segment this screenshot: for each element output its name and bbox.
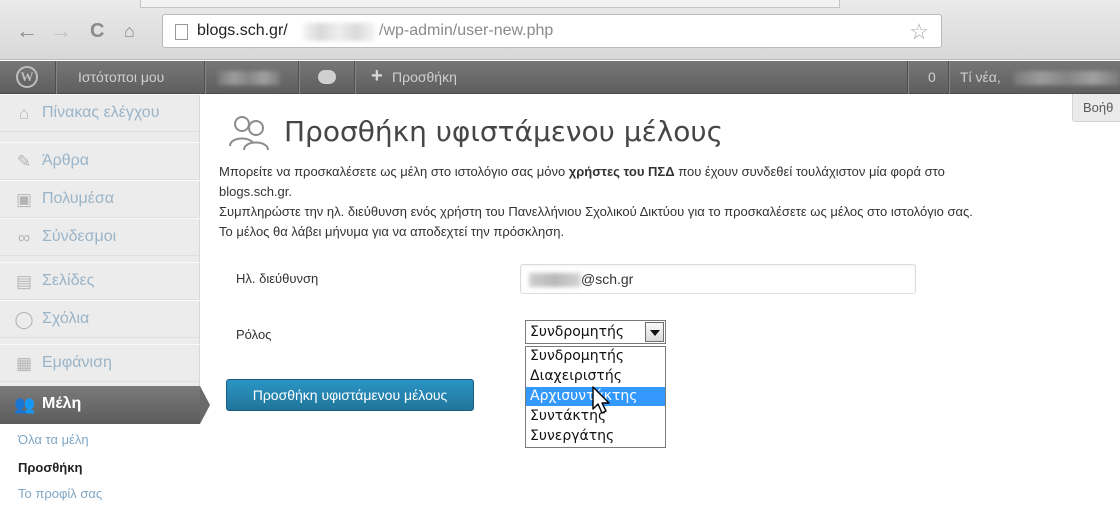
role-select[interactable]: Συνδρομητής — [525, 320, 666, 344]
new-content-link[interactable]: Προσθήκη — [392, 69, 457, 85]
role-option[interactable]: Συνδρομητής — [526, 347, 665, 366]
role-option[interactable]: Διαχειριστής — [526, 367, 665, 386]
pages-icon: ▤ — [15, 272, 33, 291]
menu-appearance[interactable]: ▦ Εμφάνιση — [0, 344, 200, 382]
menu-label: Εμφάνιση — [42, 354, 112, 371]
home-icon[interactable]: ⌂ — [124, 20, 135, 42]
comments-icon: ◯ — [14, 310, 34, 329]
menu-label: Σχόλια — [42, 310, 90, 327]
bookmark-star-icon[interactable]: ☆ — [909, 19, 929, 45]
divider — [55, 61, 56, 94]
home-icon: ⌂ — [18, 104, 30, 123]
submenu-your-profile[interactable]: Το προφίλ σας — [18, 486, 102, 501]
my-sites-link[interactable]: Ιστότοποι μου — [78, 69, 164, 85]
account-greeting[interactable]: Τί νέα, — [960, 69, 1001, 85]
users-icon: 👥 — [14, 395, 36, 414]
submenu-add-new[interactable]: Προσθήκη — [18, 460, 82, 475]
email-label: Ηλ. διεύθυνση — [236, 271, 319, 286]
page-title: Προσθήκη υφιστάμενου μέλους — [284, 115, 724, 148]
menu-label: Άρθρα — [42, 152, 90, 169]
appearance-icon: ▦ — [15, 354, 33, 373]
site-name-redacted[interactable] — [218, 71, 280, 85]
menu-users[interactable]: 👥 Μέλη — [0, 386, 210, 424]
description-line-3: Συμπληρώστε την ηλ. διεύθυνση ενός χρήστ… — [219, 204, 973, 219]
url-host: blogs.sch.gr/ — [197, 22, 288, 39]
email-redacted — [529, 273, 581, 287]
menu-pages[interactable]: ▤ Σελίδες — [0, 262, 200, 300]
url-redacted — [303, 23, 375, 41]
help-tab[interactable]: Βοήθ — [1072, 94, 1120, 122]
add-existing-user-button[interactable]: Προσθήκη υφιστάμενου μέλους — [226, 379, 474, 411]
menu-comments[interactable]: ◯ Σχόλια — [0, 300, 200, 338]
role-label: Ρόλος — [236, 327, 272, 342]
email-value: @sch.gr — [581, 271, 634, 287]
role-option[interactable]: Συνεργάτης — [526, 427, 665, 446]
description-line-4: Το μέλος θα λάβει μήνυμα για να αποδεχτε… — [219, 224, 565, 239]
pin-icon: ✎ — [16, 152, 32, 171]
description-line-2: blogs.sch.gr. — [219, 184, 292, 199]
menu-media[interactable]: ▣ Πολυμέσα — [0, 180, 200, 218]
divider — [298, 61, 299, 94]
forward-arrow-icon[interactable]: → — [50, 20, 72, 42]
plus-icon: + — [371, 65, 383, 87]
menu-label: Πολυμέσα — [42, 190, 114, 207]
menu-dashboard[interactable]: ⌂ Πίνακας ελέγχου — [0, 94, 200, 132]
wp-admin-bar: W Ιστότοποι μου + Προσθήκη 0 Τί νέα, — [0, 61, 1120, 94]
back-arrow-icon[interactable]: ← — [16, 20, 38, 42]
mouse-cursor-icon — [592, 386, 610, 414]
page-icon — [175, 24, 188, 40]
email-field[interactable]: @sch.gr — [520, 264, 916, 294]
comments-bubble-icon[interactable] — [318, 70, 336, 84]
wordpress-logo-icon[interactable]: W — [16, 66, 38, 88]
description-line-1: Μπορείτε να προσκαλέσετε ως μέλη στο ιστ… — [219, 164, 945, 179]
users-icon — [229, 116, 269, 151]
active-indicator — [200, 386, 210, 424]
username-redacted[interactable] — [1014, 71, 1120, 85]
desc-bold: χρήστες του ΠΣΔ — [568, 164, 675, 179]
submenu-all-users[interactable]: Όλα τα μέλη — [18, 432, 89, 447]
admin-sidebar: ⌂ Πίνακας ελέγχου ✎ Άρθρα ▣ Πολυμέσα ∞ Σ… — [0, 94, 210, 508]
menu-posts[interactable]: ✎ Άρθρα — [0, 142, 200, 180]
notification-count[interactable]: 0 — [928, 69, 936, 85]
role-selected-value: Συνδρομητής — [530, 324, 625, 340]
users-submenu: Όλα τα μέλη Προσθήκη Το προφίλ σας — [0, 424, 200, 508]
media-icon: ▣ — [15, 190, 33, 209]
url-path: /wp-admin/user-new.php — [379, 22, 554, 39]
address-bar[interactable]: blogs.sch.gr/ /wp-admin/user-new.php ☆ — [162, 14, 942, 48]
menu-links[interactable]: ∞ Σύνδεσμοι — [0, 218, 200, 256]
link-icon: ∞ — [17, 228, 31, 247]
divider — [948, 61, 949, 94]
browser-toolbar: ← → C ⌂ blogs.sch.gr/ /wp-admin/user-new… — [0, 0, 1120, 60]
desc-text: Μπορείτε να προσκαλέσετε ως μέλη στο ιστ… — [219, 164, 569, 179]
menu-label: Σύνδεσμοι — [42, 228, 117, 245]
menu-label: Μέλη — [42, 395, 82, 412]
menu-label: Σελίδες — [42, 272, 95, 289]
divider — [907, 61, 908, 94]
menu-label: Πίνακας ελέγχου — [42, 104, 160, 121]
browser-tab-strip — [140, 0, 840, 8]
divider — [354, 61, 355, 94]
chevron-down-icon[interactable] — [645, 322, 664, 342]
divider — [204, 61, 205, 94]
reload-icon[interactable]: C — [90, 20, 104, 42]
desc-text: που έχουν συνδεθεί τουλάχιστον μία φορά … — [674, 164, 945, 179]
